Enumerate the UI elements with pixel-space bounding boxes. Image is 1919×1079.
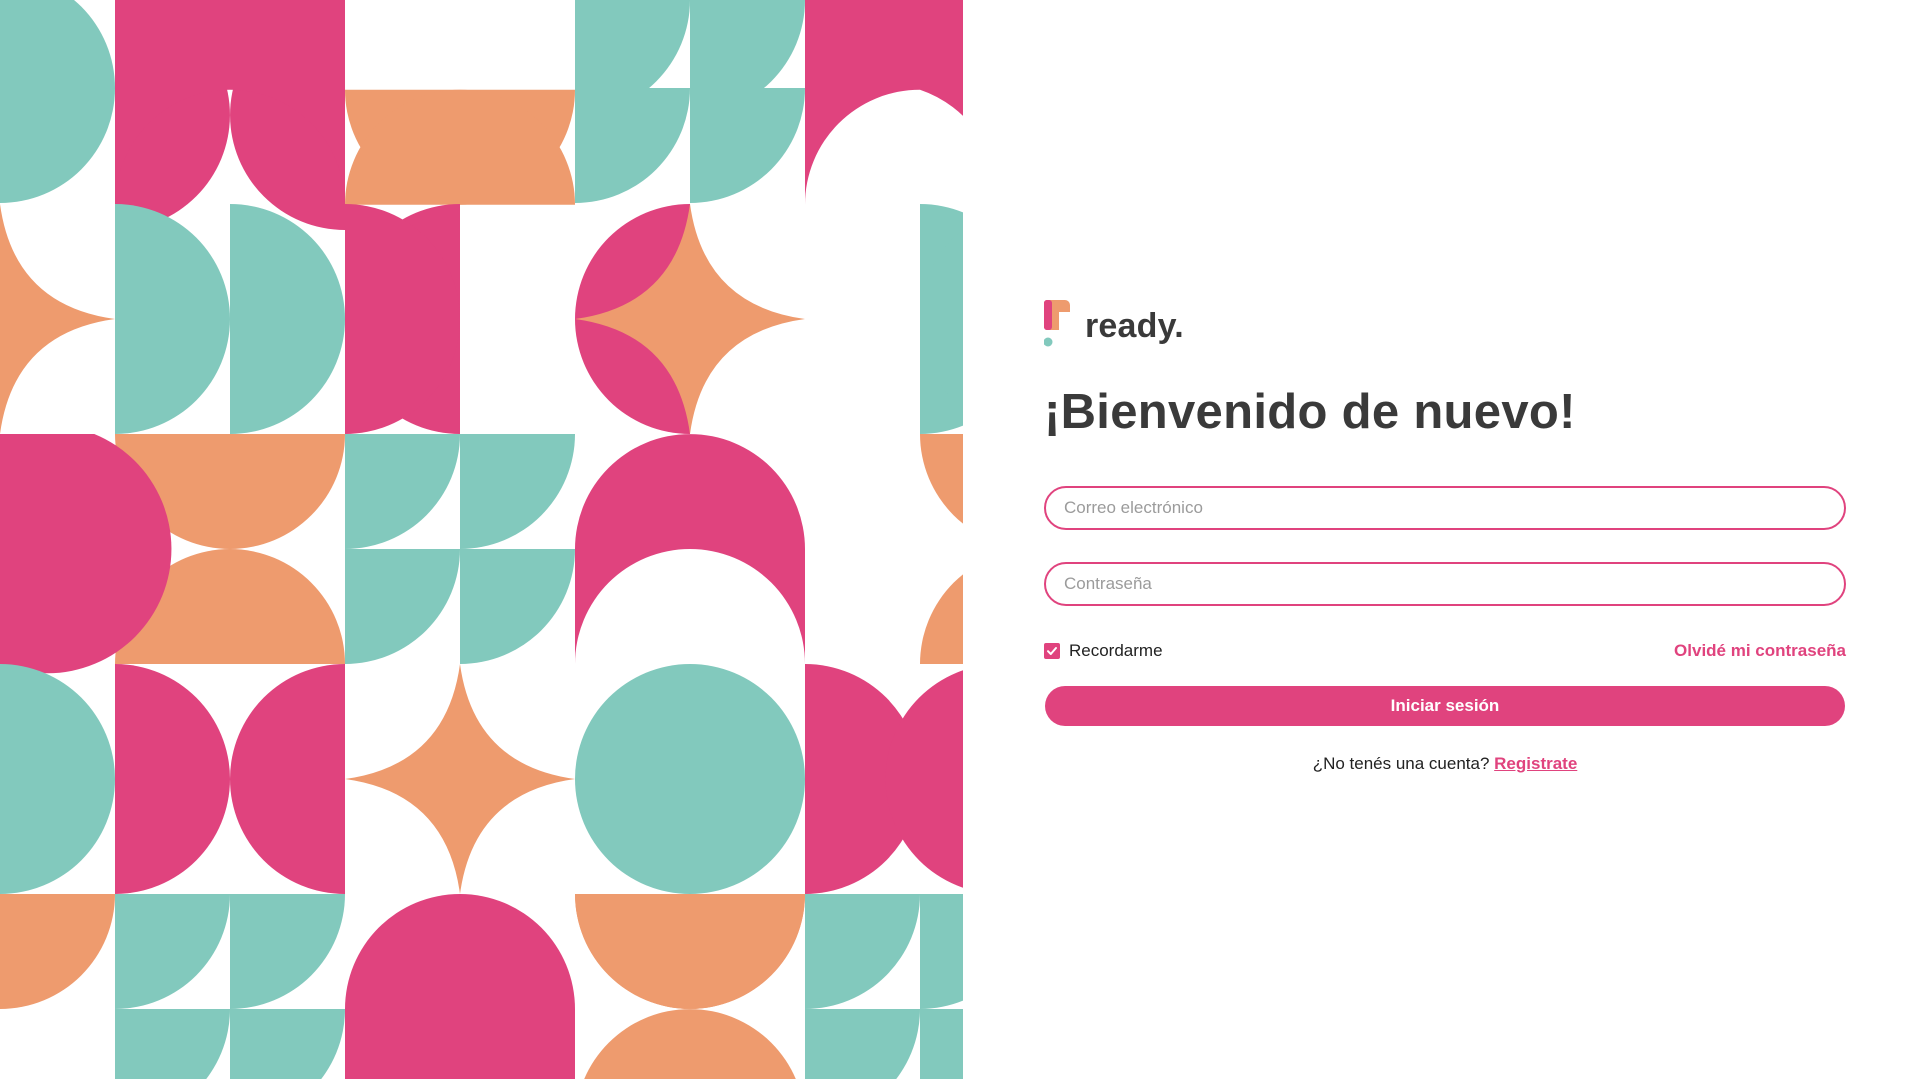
brand-name: ready. bbox=[1085, 306, 1184, 345]
forgot-password-link[interactable]: Olvidé mi contraseña bbox=[1674, 641, 1846, 661]
signup-prompt-text: ¿No tenés una cuenta? bbox=[1312, 754, 1490, 773]
password-field[interactable] bbox=[1044, 562, 1846, 606]
brand-logo: ready. bbox=[1044, 300, 1846, 348]
email-field[interactable] bbox=[1044, 486, 1846, 530]
login-options-row: Recordarme Olvidé mi contraseña bbox=[1044, 640, 1846, 662]
page-title: ¡Bienvenido de nuevo! bbox=[1044, 385, 1576, 439]
remember-me-toggle[interactable]: Recordarme bbox=[1044, 641, 1163, 661]
signup-prompt-row: ¿No tenés una cuenta? Registrate bbox=[1044, 754, 1846, 774]
login-button[interactable]: Iniciar sesión bbox=[1045, 686, 1845, 726]
geometric-pattern bbox=[0, 0, 963, 1079]
decorative-pattern-panel bbox=[0, 0, 963, 1079]
signup-link[interactable]: Registrate bbox=[1494, 754, 1577, 773]
checkmark-icon bbox=[1047, 647, 1057, 655]
login-form-panel: ready. ¡Bienvenido de nuevo! Recordarme … bbox=[1044, 300, 1846, 774]
remember-me-label: Recordarme bbox=[1069, 641, 1163, 660]
remember-me-checkbox[interactable] bbox=[1044, 643, 1060, 659]
ready-logo-icon bbox=[1044, 300, 1070, 347]
